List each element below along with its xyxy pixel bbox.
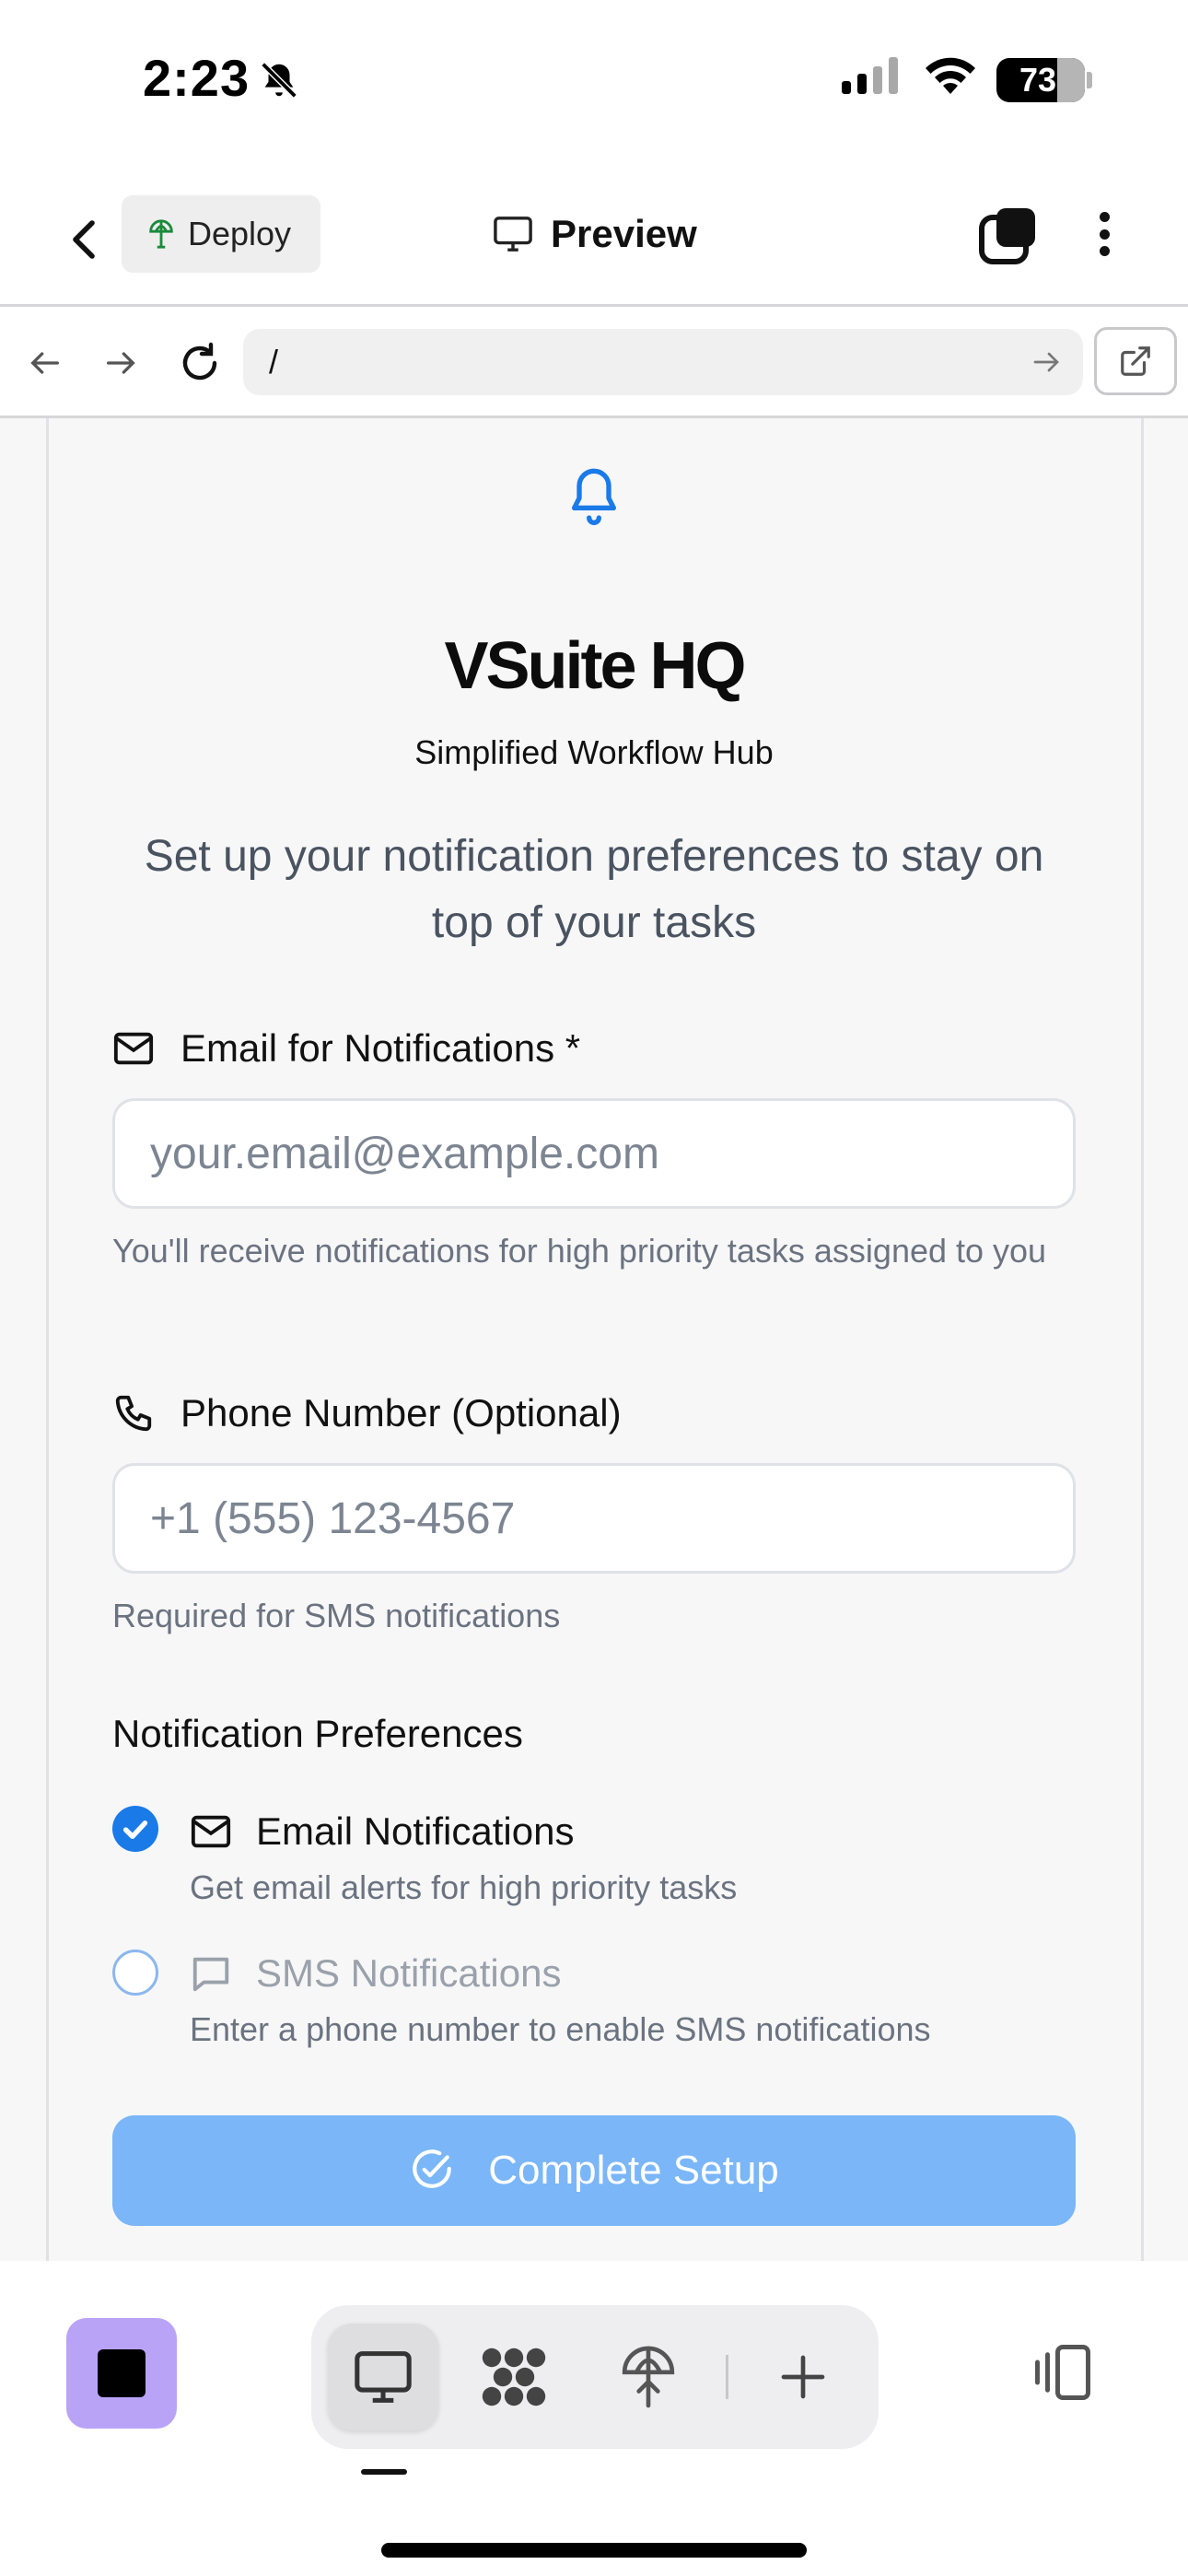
intro-text: Set up your notification preferences to … <box>144 832 1044 947</box>
cellular-icon <box>842 57 898 94</box>
url-text: / <box>269 343 279 381</box>
sms-notifications-option[interactable]: SMS Notifications <box>190 1951 561 1996</box>
desktop-icon <box>355 2351 412 2403</box>
divider <box>726 2355 728 2399</box>
complete-setup-button[interactable]: Complete Setup <box>112 2115 1076 2226</box>
back-button[interactable] <box>57 212 112 267</box>
sms-notifications-checkbox[interactable] <box>112 1950 158 1996</box>
mail-icon <box>113 1032 154 1065</box>
email-field[interactable] <box>112 1098 1076 1209</box>
email-notifications-option[interactable]: Email Notifications <box>190 1809 574 1854</box>
arrow-right-icon <box>107 352 135 374</box>
app-header: Deploy Preview <box>0 184 1188 304</box>
arrow-right-icon[interactable] <box>1030 344 1063 381</box>
browser-back-button[interactable] <box>22 340 68 386</box>
check-icon <box>122 1821 148 1840</box>
preview-content: VSuite HQ Simplified Workflow Hub Set up… <box>0 418 1188 2261</box>
apps-icon <box>482 2348 546 2406</box>
email-notifications-description: Get email alerts for high priority tasks <box>190 1868 738 1906</box>
email-label: Email for Notifications * <box>112 1026 580 1071</box>
preferences-heading: Notification Preferences <box>112 1712 523 1755</box>
stop-button[interactable] <box>66 2318 177 2429</box>
reload-button[interactable] <box>177 340 223 386</box>
plus-icon <box>781 2355 825 2399</box>
phone-icon <box>115 1395 152 1432</box>
email-notifications-checkbox[interactable] <box>112 1806 158 1852</box>
bottom-toolbar <box>0 2261 1188 2576</box>
tabs-icon[interactable] <box>976 205 1039 267</box>
home-indicator[interactable] <box>381 2543 807 2558</box>
more-icon[interactable] <box>1090 206 1118 262</box>
phone-helper: Required for SMS notifications <box>112 1597 561 1634</box>
view-switcher <box>311 2305 879 2449</box>
browser-toolbar: / <box>0 304 1188 418</box>
mail-icon <box>191 1815 231 1848</box>
battery-level: 73 <box>1019 61 1057 99</box>
preview-label: Preview <box>551 212 697 255</box>
reload-icon <box>182 342 217 381</box>
phone-label: Phone Number (Optional) <box>112 1391 622 1435</box>
active-tab-indicator <box>361 2469 407 2475</box>
chevron-left-icon <box>73 220 95 259</box>
check-circle-icon <box>413 2149 452 2188</box>
deploy-icon <box>622 2346 675 2408</box>
status-time: 2:23 <box>143 49 250 107</box>
device-toggle-icon[interactable] <box>1030 2342 1096 2403</box>
deploy-label: Deploy <box>188 215 292 252</box>
sms-notifications-description: Enter a phone number to enable SMS notif… <box>190 2010 931 2048</box>
browser-forward-button[interactable] <box>98 340 144 386</box>
brand-tagline: Simplified Workflow Hub <box>414 733 774 771</box>
email-helper: You'll receive notifications for high pr… <box>112 1232 1047 1270</box>
arrow-left-icon <box>30 352 59 374</box>
url-field[interactable]: / <box>243 329 1083 395</box>
add-button[interactable] <box>748 2324 858 2430</box>
phone-field[interactable] <box>112 1463 1076 1574</box>
message-icon <box>192 1957 229 1992</box>
preview-title: Preview <box>492 206 697 262</box>
wifi-icon <box>926 57 975 94</box>
deploy-tab[interactable] <box>593 2324 704 2430</box>
bell-muted-icon <box>261 62 297 99</box>
apps-tab[interactable] <box>459 2324 569 2430</box>
desktop-view-tab[interactable] <box>328 2324 438 2430</box>
deploy-button[interactable]: Deploy <box>122 195 320 273</box>
status-bar: 2:23 73 <box>0 0 1188 166</box>
globe-icon <box>149 219 173 249</box>
brand-title: VSuite HQ <box>444 629 746 703</box>
monitor-icon <box>494 217 532 252</box>
stop-icon <box>98 2349 146 2397</box>
open-external-button[interactable] <box>1094 327 1177 395</box>
bell-icon <box>572 468 616 525</box>
external-link-icon <box>1121 346 1150 376</box>
